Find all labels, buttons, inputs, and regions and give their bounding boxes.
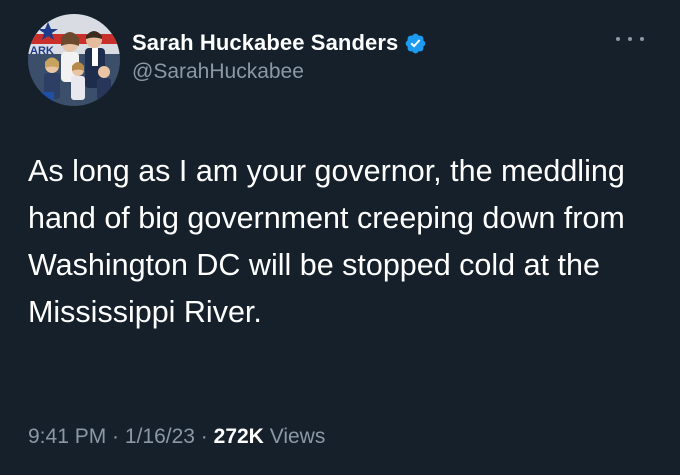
avatar-banner-text: ARK <box>30 45 54 57</box>
author-info: Sarah Huckabee Sanders @SarahHuckabee <box>132 28 427 84</box>
author-name-row: Sarah Huckabee Sanders <box>132 28 427 58</box>
tweet-time[interactable]: 9:41 PM <box>28 425 106 448</box>
author-handle[interactable]: @SarahHuckabee <box>132 60 427 84</box>
views-count[interactable]: 272K <box>214 425 264 448</box>
meta-separator: · <box>106 425 125 448</box>
tweet-text: As long as I am your governor, the meddl… <box>28 154 625 329</box>
avatar[interactable]: ARK <box>28 14 120 106</box>
verified-badge-icon <box>404 32 427 55</box>
meta-separator: · <box>194 425 214 448</box>
more-dot <box>628 37 632 41</box>
author-display-name[interactable]: Sarah Huckabee Sanders <box>132 30 398 56</box>
more-dot <box>640 37 644 41</box>
views-label: Views <box>269 425 326 448</box>
tweet-meta: 9:41 PM · 1/16/23 · 272K Views <box>28 425 325 449</box>
profile-photo: ARK <box>28 14 120 106</box>
tweet-card: ARK Sarah Huckabee Sanders @SarahHuckabe… <box>0 0 680 475</box>
tweet-date[interactable]: 1/16/23 <box>125 425 195 448</box>
more-dot <box>616 37 620 41</box>
more-options-icon[interactable] <box>616 32 644 46</box>
